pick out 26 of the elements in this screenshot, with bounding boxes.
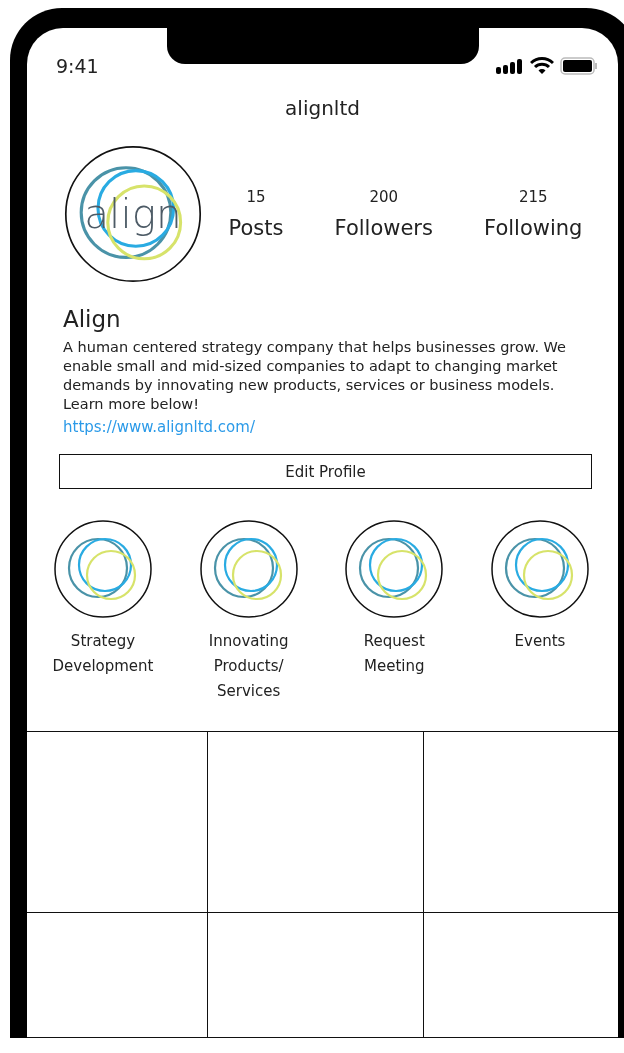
stat-count: 15 xyxy=(246,188,266,206)
stat-label[interactable]: Posts xyxy=(228,216,284,240)
profile-bio: A human centered strategy company that helps businesses grow. We enable small and mid-sized companies to adapt to changing market demands by innovating new products, services or business models. Learn more below! xyxy=(63,338,568,414)
highlight-icon[interactable] xyxy=(198,519,299,619)
username-title: alignltd xyxy=(285,96,360,120)
post-tile[interactable] xyxy=(208,732,424,913)
stat-count: 200 xyxy=(369,188,399,206)
highlight-icon[interactable] xyxy=(53,519,153,619)
post-tile[interactable] xyxy=(27,732,208,913)
status-time: 9:41 xyxy=(56,55,99,77)
battery-icon xyxy=(560,57,598,75)
profile-name: Align xyxy=(63,306,122,332)
highlight-label[interactable]: Events xyxy=(484,629,595,654)
post-tile[interactable] xyxy=(27,913,208,1038)
highlight-icon[interactable] xyxy=(344,519,445,619)
wifi-icon xyxy=(530,57,554,75)
stat-count: 215 xyxy=(518,188,548,206)
highlight-label[interactable]: Innovating Products/ Services xyxy=(193,629,304,704)
post-tile[interactable] xyxy=(208,913,424,1038)
highlight-label[interactable]: Strategy Development xyxy=(48,629,158,679)
signal-icon xyxy=(496,58,524,74)
highlight-label[interactable]: Request Meeting xyxy=(339,629,450,679)
stat-label[interactable]: Followers xyxy=(334,216,433,240)
stat-label[interactable]: Following xyxy=(484,216,583,240)
highlight-icon[interactable] xyxy=(489,519,590,619)
edit-profile-button[interactable]: Edit Profile xyxy=(59,454,592,489)
